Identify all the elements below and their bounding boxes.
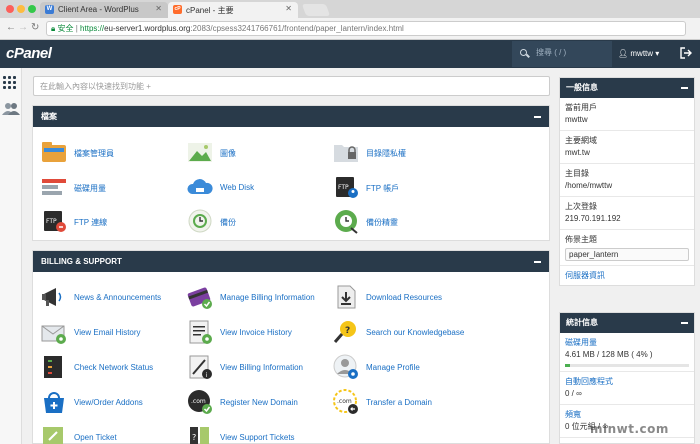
tab-cpanel[interactable]: cP cPanel - 主要 ✕ xyxy=(168,2,298,18)
url-scheme: https:// xyxy=(80,24,105,33)
credit-card-icon xyxy=(187,287,212,309)
panel-title: BILLING & SUPPORT xyxy=(41,257,122,266)
billing-info-icon: i xyxy=(189,355,212,379)
address-bar: ← → ↻ 🔒︎ 安全 | https://eu-server1.wordplu… xyxy=(0,18,700,40)
back-arrow-icon[interactable]: ← xyxy=(6,22,16,33)
general-info-panel: 一般信息 當前用戶 mwttw 主要網域 mwt.tw 主目錄 /home/mw… xyxy=(559,77,695,286)
backup-wizard-icon xyxy=(335,210,358,234)
collapse-icon[interactable] xyxy=(681,322,688,324)
close-window-icon[interactable] xyxy=(6,5,14,13)
svg-text:FTP: FTP xyxy=(338,184,349,191)
chevron-down-icon: ▾ xyxy=(655,49,660,58)
info-row: 當前用戶 mwttw xyxy=(560,98,694,131)
left-rail xyxy=(0,68,22,444)
grid-icon[interactable] xyxy=(3,76,17,90)
new-tab-button[interactable] xyxy=(301,4,331,16)
directory-privacy-icon xyxy=(334,145,358,162)
close-tab-icon[interactable]: ✕ xyxy=(155,4,162,13)
close-tab-icon[interactable]: ✕ xyxy=(285,4,292,13)
svg-text:?: ? xyxy=(192,433,196,442)
cpanel-header: cPanel 👤︎ mwttw ▾ xyxy=(0,40,700,68)
file-manager-icon xyxy=(42,142,66,162)
transfer-domain-icon: .com xyxy=(333,389,358,414)
maximize-window-icon[interactable] xyxy=(28,5,36,13)
disk-usage-bar xyxy=(565,364,689,367)
stat-disk-usage: 磁碟用量 4.61 MB / 128 MB ( 4% ) xyxy=(560,333,694,372)
svg-text:.com: .com xyxy=(191,398,206,405)
svg-text:.com: .com xyxy=(337,398,352,405)
megaphone-icon xyxy=(42,288,62,306)
cpanel-favicon-icon: cP xyxy=(173,5,182,14)
forward-arrow-icon[interactable]: → xyxy=(18,22,28,33)
support-tickets-icon: ? xyxy=(190,427,209,444)
svg-text:?: ? xyxy=(345,326,350,336)
info-row: 主目錄 /home/mwttw xyxy=(560,164,694,197)
reload-icon[interactable]: ↻ xyxy=(31,22,39,33)
watermark: minwt.com xyxy=(590,422,669,436)
collapse-icon[interactable] xyxy=(681,87,688,89)
open-ticket-icon xyxy=(43,427,63,444)
ftp-accounts-icon: FTP xyxy=(336,177,358,198)
network-status-icon xyxy=(44,356,62,378)
minimize-window-icon[interactable] xyxy=(17,5,25,13)
stat-autoresponders: 自動回應程式 0 / ∞ xyxy=(560,372,694,405)
cpanel-logo[interactable]: cPanel xyxy=(6,45,52,62)
backup-icon xyxy=(188,209,212,233)
knowledgebase-icon: ? xyxy=(333,321,356,343)
secure-label: 安全 xyxy=(57,24,74,33)
url-host: eu-server1.wordplus.org xyxy=(104,24,191,33)
email-history-icon xyxy=(41,325,66,344)
panel-title: 檔案 xyxy=(41,112,57,121)
disk-usage-icon xyxy=(42,179,66,195)
invoice-icon xyxy=(189,320,212,344)
info-row: 主要網域 mwt.tw xyxy=(560,131,694,164)
addons-icon xyxy=(44,392,64,413)
download-icon xyxy=(337,285,356,309)
server-info-link[interactable]: 伺服器資訊 xyxy=(560,266,694,285)
panel-title: 一般信息 xyxy=(566,83,598,92)
collapse-icon[interactable] xyxy=(534,261,541,263)
svg-text:FTP: FTP xyxy=(46,218,57,225)
logout-icon[interactable] xyxy=(680,47,692,59)
feature-search-input[interactable] xyxy=(33,76,550,96)
billing-support-panel: BILLING & SUPPORT News & Announcements M… xyxy=(32,250,550,444)
files-panel-header[interactable]: 檔案 xyxy=(33,106,549,127)
users-icon[interactable] xyxy=(2,102,20,116)
profile-icon xyxy=(333,354,358,379)
register-domain-icon: .com xyxy=(188,390,212,414)
tab-client-area[interactable]: W Client Area - WordPlus ✕ xyxy=(40,2,168,18)
user-menu[interactable]: 👤︎ mwttw ▾ xyxy=(618,49,659,58)
images-icon xyxy=(188,143,212,162)
tab-title: cPanel - 主要 xyxy=(186,6,234,15)
ftp-connections-icon: FTP xyxy=(44,211,66,232)
url-path: :2083/cpsess3241766761/frontend/paper_la… xyxy=(190,24,404,33)
collapse-icon[interactable] xyxy=(534,116,541,118)
general-info-header[interactable]: 一般信息 xyxy=(560,78,694,98)
user-icon: 👤︎ xyxy=(618,49,629,58)
theme-select[interactable]: paper_lantern xyxy=(565,248,689,261)
panel-title: 統計信息 xyxy=(566,318,598,327)
tab-title: Client Area - WordPlus xyxy=(58,5,139,14)
billing-panel-header[interactable]: BILLING & SUPPORT xyxy=(33,251,549,272)
info-row: 上次登錄 219.70.191.192 xyxy=(560,197,694,230)
lock-icon: 🔒︎ xyxy=(51,24,56,33)
header-search[interactable] xyxy=(512,41,612,67)
url-field[interactable]: 🔒︎ 安全 | https://eu-server1.wordplus.org:… xyxy=(46,21,686,36)
header-search-input[interactable] xyxy=(536,48,606,57)
browser-tab-bar: W Client Area - WordPlus ✕ cP cPanel - 主… xyxy=(0,0,700,18)
web-disk-icon xyxy=(187,179,213,194)
username: mwttw xyxy=(630,49,654,58)
search-icon xyxy=(520,49,527,56)
stats-header[interactable]: 統計信息 xyxy=(560,313,694,333)
theme-row: 佈景主題 paper_lantern xyxy=(560,230,694,266)
files-panel: 檔案 檔案管理員 圖像 目錄隱私權 磁碟用量 Web Disk FTP FTP … xyxy=(32,105,550,241)
wordplus-favicon-icon: W xyxy=(45,5,54,14)
